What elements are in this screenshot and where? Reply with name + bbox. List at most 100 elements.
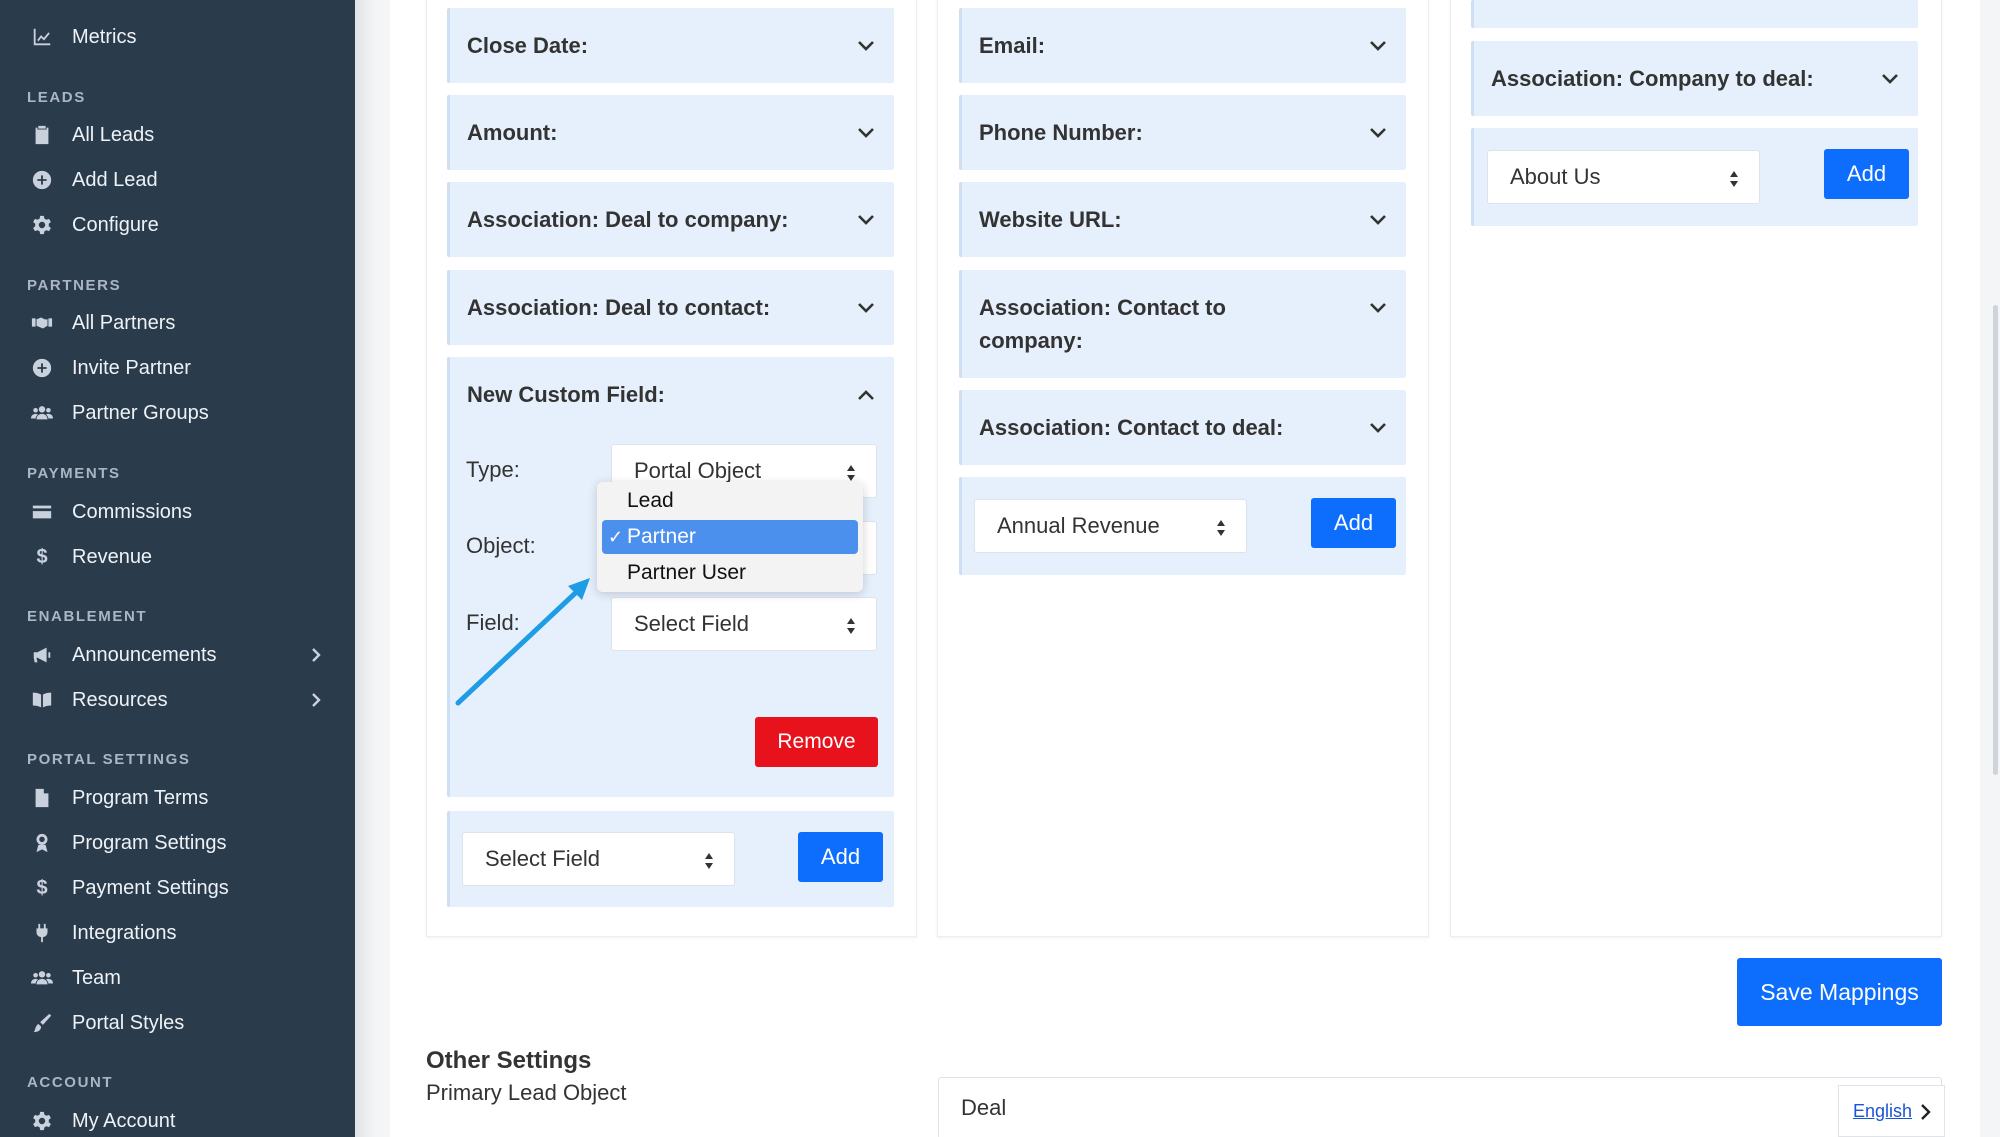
accordion-deal-to-company[interactable]: Association: Deal to company:	[447, 182, 894, 257]
sidebar-item-integrations[interactable]: Integrations	[30, 913, 177, 953]
sidebar-item-label: Add Lead	[72, 168, 158, 191]
accordion-deal-to-contact[interactable]: Association: Deal to contact:	[447, 270, 894, 345]
chevron-down-icon	[854, 208, 878, 232]
plus-circle-icon	[30, 168, 54, 192]
save-mappings-button[interactable]: Save Mappings	[1737, 958, 1942, 1026]
primary-lead-object-select[interactable]: Deal	[938, 1077, 1942, 1137]
sidebar-item-program-terms[interactable]: Program Terms	[30, 778, 208, 818]
accordion-title: Association: Deal to contact:	[467, 295, 771, 320]
select-arrows-icon	[846, 615, 856, 634]
scrollbar[interactable]	[1993, 305, 1998, 775]
sidebar-item-all-partners[interactable]: All Partners	[30, 303, 175, 343]
sidebar-item-label: Configure	[72, 213, 159, 236]
other-settings-title: Other Settings	[426, 1047, 592, 1074]
sidebar-item-payment-settings[interactable]: $ Payment Settings	[30, 868, 228, 908]
users-icon	[30, 966, 54, 990]
section-label-enablement: ENABLEMENT	[27, 608, 148, 625]
book-icon	[30, 688, 54, 712]
sidebar-item-program-settings[interactable]: Program Settings	[30, 823, 227, 863]
check-icon: ✓	[608, 526, 624, 547]
plus-circle-icon	[30, 356, 54, 380]
sidebar-item-label: Invite Partner	[72, 356, 191, 379]
sidebar-item-label: Metrics	[72, 25, 137, 48]
sidebar-item-resources[interactable]: Resources	[30, 680, 168, 720]
sidebar-item-label: Program Terms	[72, 786, 209, 809]
chevron-right-icon[interactable]	[308, 643, 324, 667]
dollar-icon: $	[36, 876, 48, 899]
dropdown-option-lead[interactable]: Lead	[602, 484, 858, 518]
remove-button[interactable]: Remove	[755, 717, 878, 767]
sidebar-item-portal-styles[interactable]: Portal Styles	[30, 1003, 184, 1043]
add-button[interactable]: Add	[798, 832, 883, 882]
sidebar-item-revenue[interactable]: $ Revenue	[30, 537, 152, 577]
accordion-title: Association: Contact to deal:	[979, 415, 1284, 440]
add-field-select[interactable]: Annual Revenue	[974, 499, 1247, 553]
accordion-close-date[interactable]: Close Date:	[447, 8, 894, 83]
sidebar: Metrics LEADS All Leads Add Lead Configu…	[0, 0, 355, 1137]
accordion-amount[interactable]: Amount:	[447, 95, 894, 170]
field-select[interactable]: Select Field	[611, 597, 877, 651]
add-button[interactable]: Add	[1311, 498, 1396, 548]
select-arrows-icon	[846, 462, 856, 481]
accordion-company-to-deal[interactable]: Association: Company to deal:	[1471, 41, 1918, 116]
sidebar-item-label: Team	[72, 966, 121, 989]
sidebar-item-metrics[interactable]: Metrics	[30, 17, 136, 57]
accordion-contact-to-deal[interactable]: Association: Contact to deal:	[959, 390, 1406, 465]
sidebar-item-label: Partner Groups	[72, 401, 209, 424]
sidebar-item-team[interactable]: Team	[30, 958, 121, 998]
accordion-email[interactable]: Email:	[959, 8, 1406, 83]
sidebar-item-partner-groups[interactable]: Partner Groups	[30, 393, 209, 433]
sidebar-item-label: Program Settings	[72, 831, 227, 854]
language-link[interactable]: English	[1853, 1101, 1912, 1122]
accordion-title: Association: Company to deal:	[1491, 66, 1814, 91]
add-button[interactable]: Add	[1824, 149, 1909, 199]
dropdown-option-partner[interactable]: ✓ Partner	[602, 520, 858, 554]
chevron-up-icon	[854, 383, 878, 407]
accordion-title: Website URL:	[979, 207, 1122, 232]
gear-icon	[30, 213, 54, 237]
sidebar-item-invite-partner[interactable]: Invite Partner	[30, 348, 191, 388]
primary-lead-object-label: Primary Lead Object	[426, 1080, 627, 1105]
language-switcher[interactable]: English	[1838, 1085, 1945, 1137]
sidebar-item-add-lead[interactable]: Add Lead	[30, 160, 158, 200]
object-dropdown-menu: Lead ✓ Partner Partner User	[597, 482, 863, 592]
section-label-portal-settings: PORTAL SETTINGS	[27, 751, 191, 768]
chevron-right-icon[interactable]	[308, 688, 324, 712]
chevron-down-icon	[1366, 416, 1390, 440]
type-select-value: Portal Object	[634, 458, 762, 483]
gear-icon	[30, 1109, 54, 1133]
add-field-select[interactable]: Select Field	[462, 832, 735, 886]
accordion-title: Association: Deal to company:	[467, 207, 789, 232]
sidebar-item-label: Resources	[72, 688, 168, 711]
sidebar-item-label: All Partners	[72, 311, 176, 334]
chart-line-icon	[30, 25, 54, 49]
sidebar-item-label: Commissions	[72, 500, 193, 523]
section-label-payments: PAYMENTS	[27, 465, 121, 482]
accordion-phone-number[interactable]: Phone Number:	[959, 95, 1406, 170]
sidebar-item-commissions[interactable]: Commissions	[30, 492, 192, 532]
accordion-partial[interactable]	[1471, 0, 1918, 28]
sidebar-item-label: All Leads	[72, 123, 155, 146]
sidebar-shadow	[355, 0, 375, 1137]
chevron-down-icon	[1366, 121, 1390, 145]
dropdown-option-partner-user[interactable]: Partner User	[602, 556, 858, 590]
sidebar-item-announcements[interactable]: Announcements	[30, 635, 217, 675]
sidebar-item-my-account[interactable]: My Account	[30, 1101, 175, 1137]
add-field-select[interactable]: About Us	[1487, 150, 1760, 204]
primary-lead-object-value: Deal	[961, 1095, 1007, 1120]
accordion-website-url[interactable]: Website URL:	[959, 182, 1406, 257]
accordion-new-custom-field[interactable]: New Custom Field:	[447, 357, 894, 432]
accordion-contact-to-company[interactable]: Association: Contact to company:	[959, 270, 1406, 378]
clipboard-icon	[30, 123, 54, 147]
add-field-select-value: Annual Revenue	[997, 513, 1160, 538]
sidebar-item-all-leads[interactable]: All Leads	[30, 115, 154, 155]
sidebar-item-configure[interactable]: Configure	[30, 205, 159, 245]
accordion-title: New Custom Field:	[467, 382, 666, 407]
users-icon	[30, 401, 54, 425]
annotation-arrow	[455, 578, 590, 706]
section-label-account: ACCOUNT	[27, 1074, 114, 1091]
credit-card-icon	[30, 500, 54, 524]
sidebar-item-label: Integrations	[72, 921, 177, 944]
accordion-title: Close Date:	[467, 33, 589, 58]
chevron-down-icon	[1366, 208, 1390, 232]
